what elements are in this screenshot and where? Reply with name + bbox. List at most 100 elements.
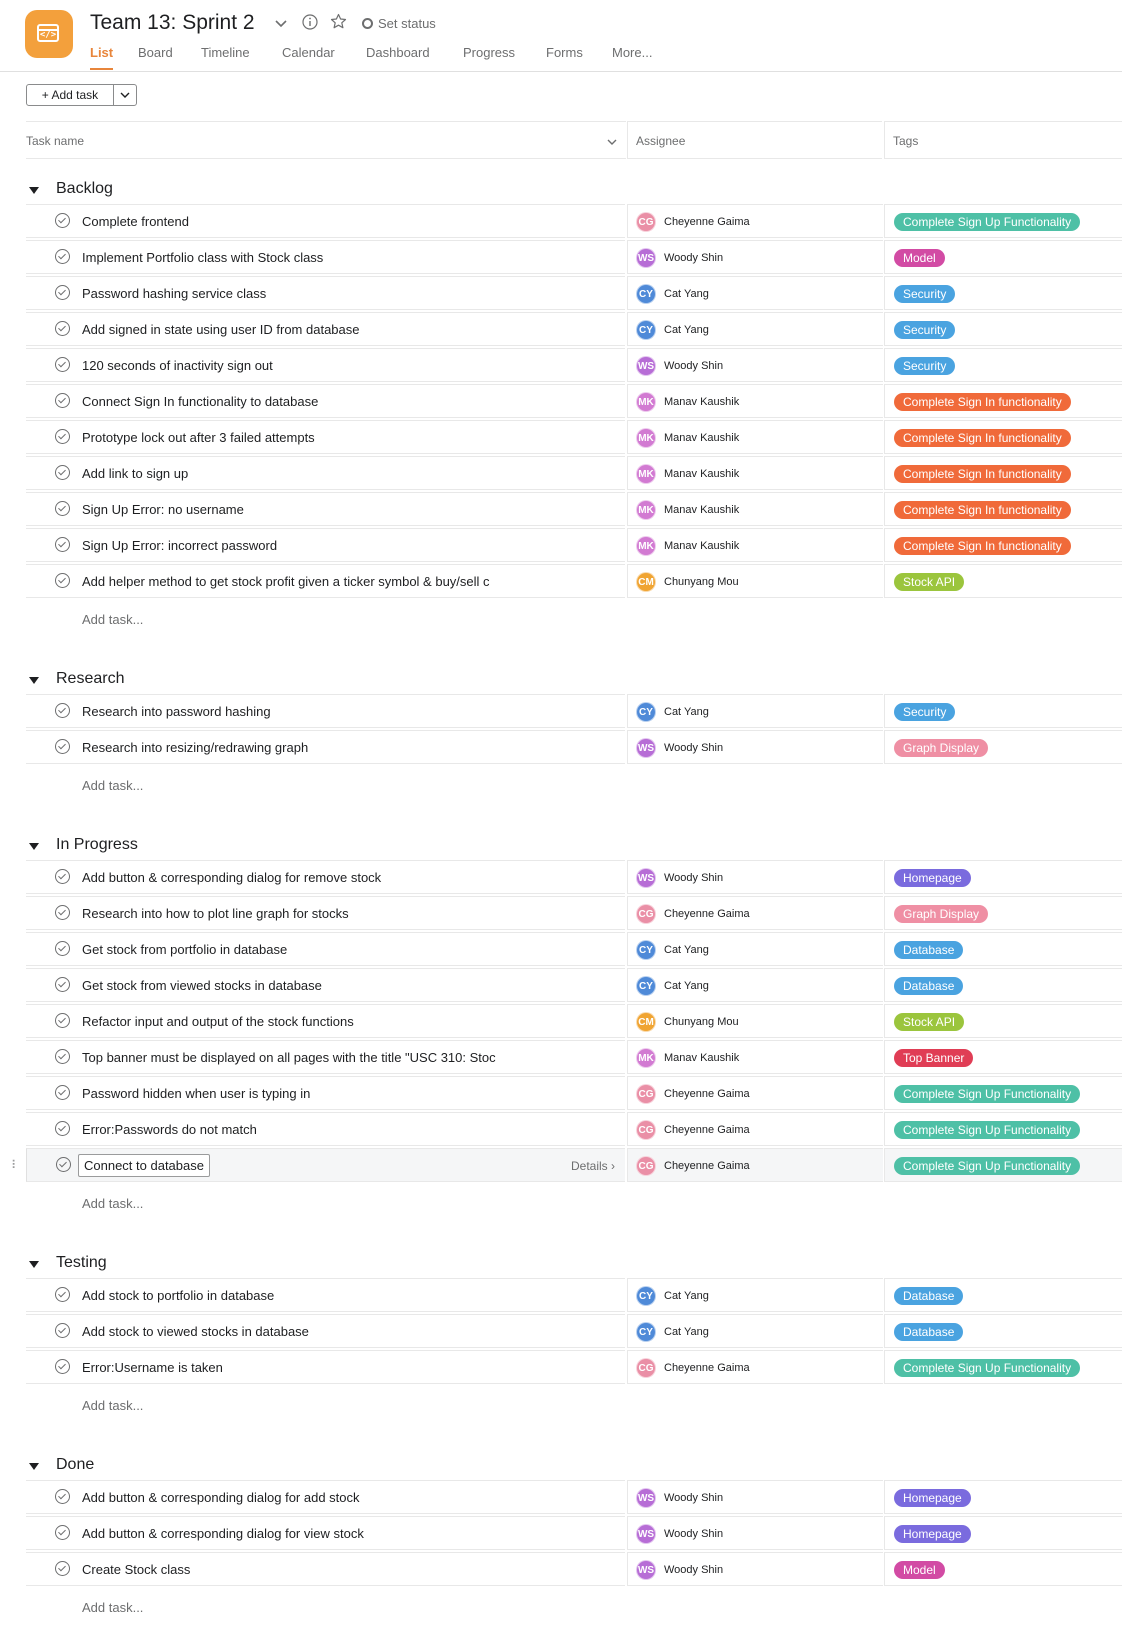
tags-cell[interactable]: Model (884, 240, 1122, 274)
complete-check-icon[interactable] (56, 1157, 71, 1172)
tags-cell[interactable]: Complete Sign In functionality (884, 384, 1122, 418)
task-row[interactable]: Sign Up Error: no username MK Manav Kaushi… (0, 492, 1122, 528)
tag-pill[interactable]: Database (894, 1287, 964, 1305)
complete-check-icon[interactable] (55, 1121, 70, 1136)
complete-check-icon[interactable] (55, 213, 70, 228)
complete-check-icon[interactable] (55, 501, 70, 516)
tags-cell[interactable]: Graph Display (884, 896, 1122, 930)
complete-check-icon[interactable] (55, 1561, 70, 1576)
tags-cell[interactable]: Database (884, 968, 1122, 1002)
tag-pill[interactable]: Graph Display (894, 905, 989, 923)
task-row[interactable]: Add signed in state using user ID from d… (0, 312, 1122, 348)
drag-handle-icon[interactable]: ⠇ (11, 1159, 20, 1171)
complete-check-icon[interactable] (55, 1013, 70, 1028)
task-row[interactable]: ⠇ Connect to database Details › CG Cheyenne … (0, 1148, 1122, 1184)
tag-pill[interactable]: Database (894, 977, 964, 995)
complete-check-icon[interactable] (55, 1085, 70, 1100)
section-header[interactable]: Research (0, 662, 1122, 698)
tags-cell[interactable]: Complete Sign Up Functionality (884, 1350, 1122, 1384)
task-row[interactable]: Get stock from viewed stocks in database… (0, 968, 1122, 1004)
tab-forms[interactable]: Forms (546, 44, 583, 62)
add-task-link[interactable]: Add task... (0, 1386, 1122, 1422)
code-window-icon[interactable]: </> (25, 10, 73, 58)
tag-pill[interactable]: Complete Sign Up Functionality (894, 1085, 1081, 1103)
assignee-cell[interactable]: CY Cat Yang (627, 694, 883, 728)
tags-cell[interactable]: Homepage (884, 860, 1122, 894)
task-name-cell[interactable]: Complete frontend (26, 204, 625, 238)
assignee-cell[interactable]: CM Chunyang Mou (627, 1004, 883, 1038)
tag-pill[interactable]: Top Banner (894, 1049, 974, 1067)
task-name-cell[interactable]: Add link to sign up (26, 456, 625, 490)
section-header[interactable]: In Progress (0, 828, 1122, 864)
tag-pill[interactable]: Complete Sign Up Functionality (894, 1359, 1081, 1377)
tags-cell[interactable]: Database (884, 1278, 1122, 1312)
task-row[interactable]: Connect Sign In functionality to databas… (0, 384, 1122, 420)
task-row[interactable]: Prototype lock out after 3 failed attemp… (0, 420, 1122, 456)
complete-check-icon[interactable] (55, 1287, 70, 1302)
task-name-cell[interactable]: Add signed in state using user ID from d… (26, 312, 625, 346)
assignee-cell[interactable]: WS Woody Shin (627, 348, 883, 382)
task-name-cell[interactable]: Password hashing service class (26, 276, 625, 310)
task-row[interactable]: Error:Passwords do not match CG Cheyenne G… (0, 1112, 1122, 1148)
complete-check-icon[interactable] (55, 393, 70, 408)
section-header[interactable]: Done (0, 1448, 1122, 1484)
task-name-cell[interactable]: Implement Portfolio class with Stock cla… (26, 240, 625, 274)
tags-cell[interactable]: Graph Display (884, 730, 1122, 764)
assignee-cell[interactable]: MK Manav Kaushik (627, 456, 883, 490)
task-name-cell[interactable]: Research into password hashing (26, 694, 625, 728)
tags-cell[interactable]: Complete Sign In functionality (884, 528, 1122, 562)
assignee-cell[interactable]: CG Cheyenne Gaima (627, 1076, 883, 1110)
assignee-cell[interactable]: CY Cat Yang (627, 312, 883, 346)
tags-cell[interactable]: Complete Sign Up Functionality (884, 1112, 1122, 1146)
task-row[interactable]: Implement Portfolio class with Stock cla… (0, 240, 1122, 276)
tag-pill[interactable]: Database (894, 941, 964, 959)
assignee-cell[interactable]: CG Cheyenne Gaima (627, 204, 883, 238)
task-row[interactable]: 120 seconds of inactivity sign out WS Wood… (0, 348, 1122, 384)
task-name-input[interactable]: Connect to database (78, 1154, 210, 1177)
add-task-link[interactable]: Add task... (0, 1588, 1122, 1624)
assignee-cell[interactable]: CY Cat Yang (627, 968, 883, 1002)
complete-check-icon[interactable] (55, 465, 70, 480)
tags-cell[interactable]: Homepage (884, 1516, 1122, 1550)
task-row[interactable]: Add stock to viewed stocks in database CY… (0, 1314, 1122, 1350)
complete-check-icon[interactable] (55, 739, 70, 754)
column-header-assignee[interactable]: Assignee (627, 121, 882, 159)
tag-pill[interactable]: Complete Sign In functionality (894, 465, 1071, 483)
chevron-down-icon[interactable] (274, 16, 288, 30)
tags-cell[interactable]: Complete Sign Up Functionality (884, 1148, 1122, 1182)
tags-cell[interactable]: Security (884, 348, 1122, 382)
complete-check-icon[interactable] (55, 977, 70, 992)
task-name-cell[interactable]: Add stock to viewed stocks in database (26, 1314, 625, 1348)
complete-check-icon[interactable] (55, 1359, 70, 1374)
tags-cell[interactable]: Database (884, 932, 1122, 966)
tag-pill[interactable]: Complete Sign Up Functionality (894, 1121, 1081, 1139)
assignee-cell[interactable]: CM Chunyang Mou (627, 564, 883, 598)
tags-cell[interactable]: Top Banner (884, 1040, 1122, 1074)
complete-check-icon[interactable] (55, 703, 70, 718)
task-name-cell[interactable]: Create Stock class (26, 1552, 625, 1586)
task-name-cell[interactable]: Error:Passwords do not match (26, 1112, 625, 1146)
tab-progress[interactable]: Progress (463, 44, 515, 62)
task-name-cell[interactable]: Refactor input and output of the stock f… (26, 1004, 625, 1038)
column-header-tags[interactable]: Tags (884, 121, 1122, 159)
task-name-cell[interactable]: Password hidden when user is typing in (26, 1076, 625, 1110)
add-task-link[interactable]: Add task... (0, 766, 1122, 802)
tag-pill[interactable]: Model (894, 249, 945, 267)
task-name-cell[interactable]: Add button & corresponding dialog for re… (26, 860, 625, 894)
tab-dashboard[interactable]: Dashboard (366, 44, 430, 62)
tag-pill[interactable]: Complete Sign In functionality (894, 429, 1071, 447)
tags-cell[interactable]: Model (884, 1552, 1122, 1586)
tag-pill[interactable]: Homepage (894, 869, 971, 887)
task-row[interactable]: Error:Username is taken CG Cheyenne Gaima C… (0, 1350, 1122, 1386)
tag-pill[interactable]: Database (894, 1323, 964, 1341)
tag-pill[interactable]: Complete Sign Up Functionality (894, 1157, 1081, 1175)
task-name-cell[interactable]: Add stock to portfolio in database (26, 1278, 625, 1312)
task-name-cell[interactable]: Add helper method to get stock profit gi… (26, 564, 625, 598)
tag-pill[interactable]: Security (894, 703, 956, 721)
assignee-cell[interactable]: WS Woody Shin (627, 860, 883, 894)
assignee-cell[interactable]: CY Cat Yang (627, 1278, 883, 1312)
task-row[interactable]: Add button & corresponding dialog for vi… (0, 1516, 1122, 1552)
tag-pill[interactable]: Complete Sign Up Functionality (894, 213, 1081, 231)
complete-check-icon[interactable] (55, 537, 70, 552)
assignee-cell[interactable]: CG Cheyenne Gaima (627, 1148, 883, 1182)
